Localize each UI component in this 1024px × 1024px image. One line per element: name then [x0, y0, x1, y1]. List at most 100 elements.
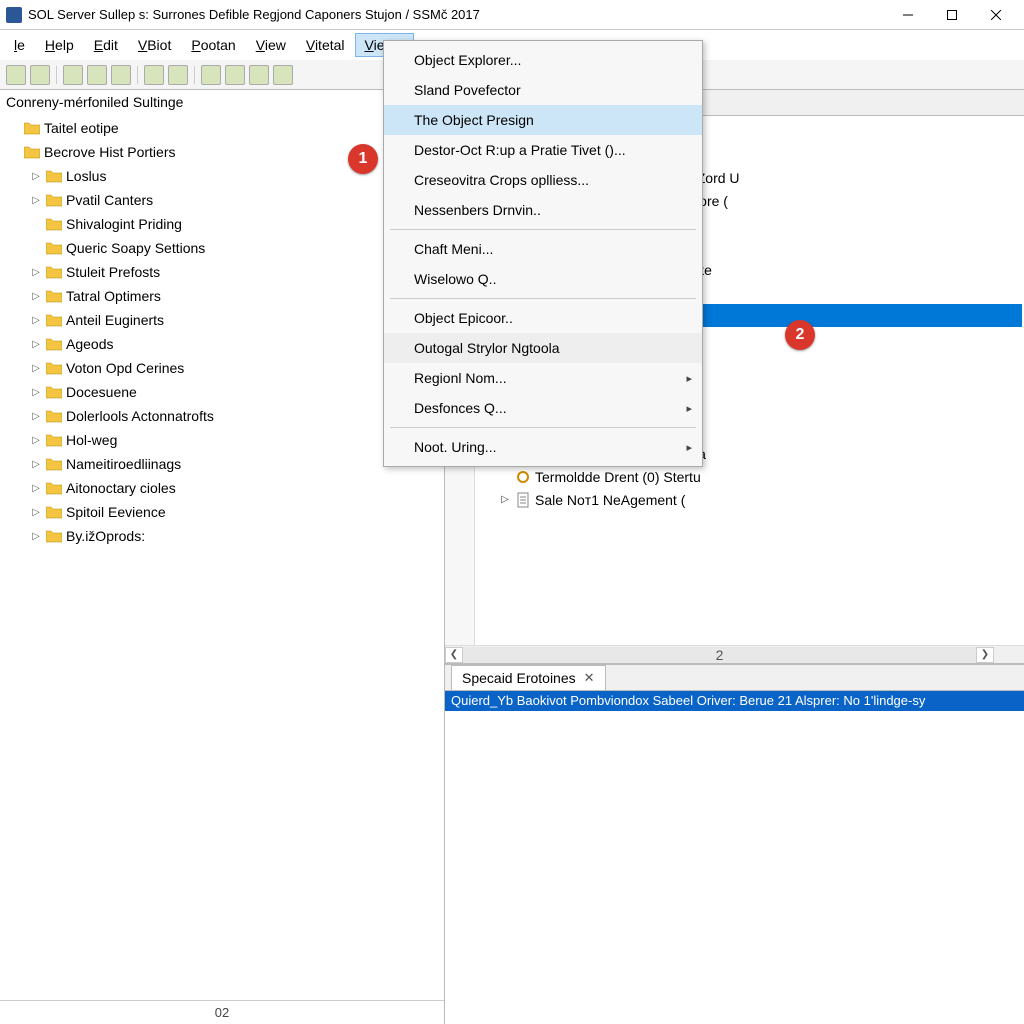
tree-item-label: Queric Soapy Settions [66, 240, 205, 256]
folder-icon [46, 457, 62, 471]
scroll-track[interactable]: 2 [463, 647, 976, 663]
tree-item[interactable]: ▷ Voton Opd Cerines [4, 356, 440, 380]
expander-icon[interactable]: ▷ [30, 171, 42, 182]
left-tree[interactable]: Taitel eotipeBecrove Hist Portiers▷Loslu… [0, 114, 444, 1000]
left-panel-header: Conreny-mérfoniled Sultinge [0, 90, 444, 114]
tree-item-label: Tatral Optimers [66, 288, 161, 304]
menu-item[interactable]: Cresеovitra Crops oplliess... [384, 165, 702, 195]
tree-item[interactable]: ▷ Tatral Optimers [4, 284, 440, 308]
folder-icon [46, 409, 62, 423]
menu-item[interactable]: Object Epicoor.. [384, 303, 702, 333]
toolbar-button[interactable] [168, 65, 188, 85]
doc-icon [515, 492, 531, 508]
tab-specaid[interactable]: Specaid Erotoines ✕ [451, 665, 606, 690]
output-line[interactable]: Quierd_Yb Baokivot Pombviondox Sabeel Or… [445, 691, 1024, 711]
folder-icon [46, 385, 62, 399]
menu-edit[interactable]: Edit [84, 33, 128, 57]
toolbar-button[interactable] [249, 65, 269, 85]
tree-item[interactable]: ▷Stuleit Prefosts [4, 260, 440, 284]
menu-item[interactable]: Desfonces Q... [384, 393, 702, 423]
toolbar-button[interactable] [273, 65, 293, 85]
expander-icon[interactable]: ▷ [30, 435, 42, 446]
close-tab-icon[interactable]: ✕ [584, 670, 595, 686]
expander-icon[interactable]: ▷ [30, 387, 42, 398]
toolbar-button[interactable] [111, 65, 131, 85]
tree-item[interactable]: ▷Anteil Euginerts [4, 308, 440, 332]
expander-icon[interactable]: ▷ [30, 411, 42, 422]
menu-item[interactable]: Chaft Meni... [384, 234, 702, 264]
toolbar-button[interactable] [144, 65, 164, 85]
output-tab-strip: Specaid Erotoines ✕ [445, 665, 1024, 691]
tree-item[interactable]: Queric Soapy Settions [4, 236, 440, 260]
tree-item-label: By.ižOprods: [66, 528, 145, 544]
menu-item[interactable]: Noot. Uring... [384, 432, 702, 462]
folder-icon [46, 337, 62, 351]
tree-item[interactable]: ▷Docesuene [4, 380, 440, 404]
menu-vbiot[interactable]: VBiot [128, 33, 181, 57]
tree-item[interactable]: ▷ Spitoil Eevience [4, 500, 440, 524]
output-panel: Specaid Erotoines ✕ Quierd_Yb Baokivot P… [445, 664, 1024, 1024]
folder-icon [46, 217, 62, 231]
toolbar-separator [137, 66, 138, 84]
toolbar-button[interactable] [63, 65, 83, 85]
tree-item[interactable]: ▷Hol-weg [4, 428, 440, 452]
tree-item-label: Spitoil Eevience [66, 504, 166, 520]
toolbar-button[interactable] [201, 65, 221, 85]
menu-item[interactable]: The Object Presign [384, 105, 702, 135]
expander-icon[interactable]: ▷ [30, 339, 42, 350]
expander-icon[interactable]: ▷ [30, 363, 42, 374]
expander-icon[interactable]: ▷ [30, 195, 42, 206]
menu-item[interactable]: Wiselowo Q.. [384, 264, 702, 294]
expander-icon[interactable]: ▷ [30, 531, 42, 542]
tree-item[interactable]: ▷ By.ižOprods: [4, 524, 440, 548]
expander-icon[interactable]: ▷ [30, 483, 42, 494]
expander-icon[interactable]: ▷ [30, 291, 42, 302]
menu-view[interactable]: View [246, 33, 296, 57]
toolbar-button[interactable] [87, 65, 107, 85]
expander-icon[interactable]: ▷ [30, 459, 42, 470]
menu-vitetal[interactable]: Vitetal [296, 33, 355, 57]
scroll-left-icon[interactable]: ❮ [445, 647, 463, 663]
toolbar-button[interactable] [6, 65, 26, 85]
expander-icon[interactable]: ▷ [30, 507, 42, 518]
tree-item[interactable]: ▷ Ageods [4, 332, 440, 356]
menu-item[interactable]: Nessenbers Drnvin.. [384, 195, 702, 225]
maximize-button[interactable] [930, 1, 974, 29]
tree-item[interactable]: Taitel eotipe [4, 116, 440, 140]
menu-item[interactable]: Sland Povefector [384, 75, 702, 105]
output-body[interactable]: Quierd_Yb Baokivot Pombviondox Sabeel Or… [445, 691, 1024, 1024]
menu-help[interactable]: Help [35, 33, 84, 57]
window-title: SOL Server Sullep s: Surrones Defible Re… [28, 7, 886, 22]
menu-le[interactable]: le [4, 33, 35, 57]
menu-item[interactable]: Object Explorer... [384, 45, 702, 75]
menu-item[interactable]: Destor-Oct R:up a Pratie Tivet ()... [384, 135, 702, 165]
toolbar-button[interactable] [225, 65, 245, 85]
menu-item[interactable]: Outogal Strylor Ngtoola [384, 333, 702, 363]
tree-item[interactable]: Termoldde Drent (0) Stertu [477, 465, 1022, 488]
expander-icon[interactable]: ▷ [499, 494, 511, 505]
tree-item[interactable]: ▷ Nameitiroedliinags [4, 452, 440, 476]
tree-item[interactable]: ▷Pvatil Canters [4, 188, 440, 212]
expander-icon[interactable]: ▷ [30, 267, 42, 278]
expander-icon[interactable]: ▷ [30, 315, 42, 326]
tree-item-label: Nameitiroedliinags [66, 456, 181, 472]
ring-icon [515, 469, 531, 485]
horizontal-scrollbar[interactable]: ❮ 2 ❯ [445, 645, 1024, 663]
menu-pootan[interactable]: Pootan [181, 33, 245, 57]
scroll-right-icon[interactable]: ❯ [976, 647, 994, 663]
menu-item[interactable]: Regionl Nom... [384, 363, 702, 393]
tree-item-label: Voton Opd Cerines [66, 360, 184, 376]
close-button[interactable] [974, 1, 1018, 29]
tree-item[interactable]: ▷Dolerlools Actonnatrofts [4, 404, 440, 428]
toolbar-button[interactable] [30, 65, 50, 85]
tree-item-label: Ageods [66, 336, 113, 352]
tree-item[interactable]: Shivalogint Priding [4, 212, 440, 236]
tree-item-label: Taitel eotipe [44, 120, 119, 136]
folder-icon [46, 169, 62, 183]
minimize-button[interactable] [886, 1, 930, 29]
folder-icon [46, 289, 62, 303]
tree-item[interactable]: ▷Aitonoctary cioles [4, 476, 440, 500]
view-menu-dropdown[interactable]: Object Explorer...Sland PovefectorThe Ob… [383, 40, 703, 467]
tree-item[interactable]: ▷Sale Noт1 NeAgement ( [477, 488, 1022, 511]
toolbar-separator [194, 66, 195, 84]
